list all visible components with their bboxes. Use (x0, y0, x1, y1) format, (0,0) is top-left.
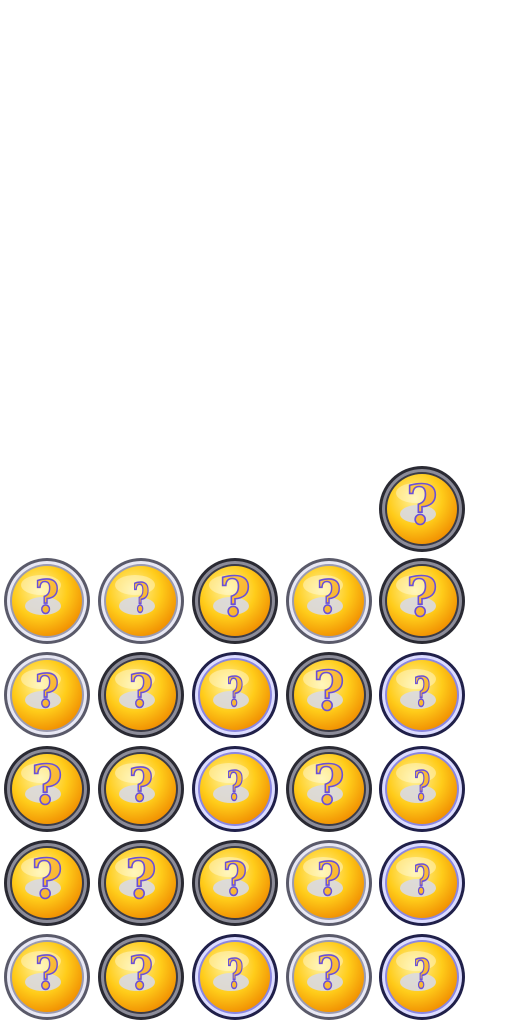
mystery-tile-r2-c1[interactable]: ? (3, 557, 91, 645)
question-mark-icon: ? (125, 846, 157, 910)
mystery-tile-r4-c2[interactable]: ? (97, 745, 185, 833)
mystery-tile-r5-c5[interactable]: ? (378, 839, 466, 927)
question-mark-icon: ? (313, 752, 345, 816)
question-mark-icon: ? (227, 763, 244, 811)
coin-button-icon: ? (379, 840, 465, 926)
mystery-tile-r3-c1[interactable]: ? (3, 651, 91, 739)
mystery-tile-r6-c1[interactable]: ? (3, 933, 91, 1021)
coin-button-icon: ? (98, 558, 184, 644)
question-mark-icon: ? (414, 857, 431, 905)
mystery-tile-r1-c5[interactable]: ? (378, 465, 466, 553)
question-mark-icon: ? (35, 665, 59, 719)
mystery-tile-r5-c3[interactable]: ? (191, 839, 279, 927)
coin-button-icon: ? (286, 558, 372, 644)
coin-button-icon: ? (98, 934, 184, 1020)
mystery-tile-r5-c1[interactable]: ? (3, 839, 91, 927)
mystery-tile-r4-c4[interactable]: ? (285, 745, 373, 833)
mystery-tile-r3-c5[interactable]: ? (378, 651, 466, 739)
mystery-tile-r2-c2[interactable]: ? (97, 557, 185, 645)
game-board: ?????????????????????????? (0, 0, 512, 1024)
question-mark-icon: ? (31, 752, 63, 816)
mystery-tile-r6-c4[interactable]: ? (285, 933, 373, 1021)
coin-button-icon: ? (192, 558, 278, 644)
question-mark-icon: ? (317, 853, 341, 907)
coin-button-icon: ? (379, 746, 465, 832)
question-mark-icon: ? (227, 951, 244, 999)
question-mark-icon: ? (414, 669, 431, 717)
question-mark-icon: ? (313, 658, 345, 722)
mystery-tile-r4-c5[interactable]: ? (378, 745, 466, 833)
mystery-tile-r3-c2[interactable]: ? (97, 651, 185, 739)
coin-button-icon: ? (379, 652, 465, 738)
question-mark-icon: ? (223, 853, 247, 907)
mystery-tile-r4-c3[interactable]: ? (191, 745, 279, 833)
question-mark-icon: ? (414, 763, 431, 811)
mystery-tile-r5-c2[interactable]: ? (97, 839, 185, 927)
question-mark-icon: ? (406, 564, 438, 628)
coin-button-icon: ? (98, 746, 184, 832)
coin-button-icon: ? (286, 840, 372, 926)
coin-button-icon: ? (4, 840, 90, 926)
question-mark-icon: ? (414, 951, 431, 999)
coin-button-icon: ? (379, 466, 465, 552)
question-mark-icon: ? (129, 947, 153, 1001)
mystery-tile-r4-c1[interactable]: ? (3, 745, 91, 833)
coin-button-icon: ? (4, 934, 90, 1020)
coin-button-icon: ? (98, 652, 184, 738)
coin-button-icon: ? (379, 558, 465, 644)
question-mark-icon: ? (133, 575, 150, 623)
mystery-tile-r3-c3[interactable]: ? (191, 651, 279, 739)
mystery-tile-r6-c3[interactable]: ? (191, 933, 279, 1021)
mystery-tile-r5-c4[interactable]: ? (285, 839, 373, 927)
coin-button-icon: ? (4, 558, 90, 644)
coin-button-icon: ? (192, 934, 278, 1020)
mystery-tile-r6-c5[interactable]: ? (378, 933, 466, 1021)
question-mark-icon: ? (35, 947, 59, 1001)
question-mark-icon: ? (129, 759, 153, 813)
coin-button-icon: ? (286, 934, 372, 1020)
question-mark-icon: ? (31, 846, 63, 910)
question-mark-icon: ? (219, 564, 251, 628)
mystery-tile-r2-c4[interactable]: ? (285, 557, 373, 645)
question-mark-icon: ? (35, 571, 59, 625)
coin-button-icon: ? (379, 934, 465, 1020)
coin-button-icon: ? (4, 652, 90, 738)
coin-button-icon: ? (192, 840, 278, 926)
coin-button-icon: ? (4, 746, 90, 832)
question-mark-icon: ? (317, 947, 341, 1001)
question-mark-icon: ? (317, 571, 341, 625)
coin-button-icon: ? (286, 746, 372, 832)
mystery-tile-r6-c2[interactable]: ? (97, 933, 185, 1021)
question-mark-icon: ? (129, 665, 153, 719)
coin-button-icon: ? (192, 746, 278, 832)
mystery-tile-r3-c4[interactable]: ? (285, 651, 373, 739)
mystery-tile-r2-c5[interactable]: ? (378, 557, 466, 645)
coin-button-icon: ? (286, 652, 372, 738)
coin-button-icon: ? (192, 652, 278, 738)
coin-button-icon: ? (98, 840, 184, 926)
question-mark-icon: ? (406, 472, 438, 536)
question-mark-icon: ? (227, 669, 244, 717)
mystery-tile-r2-c3[interactable]: ? (191, 557, 279, 645)
